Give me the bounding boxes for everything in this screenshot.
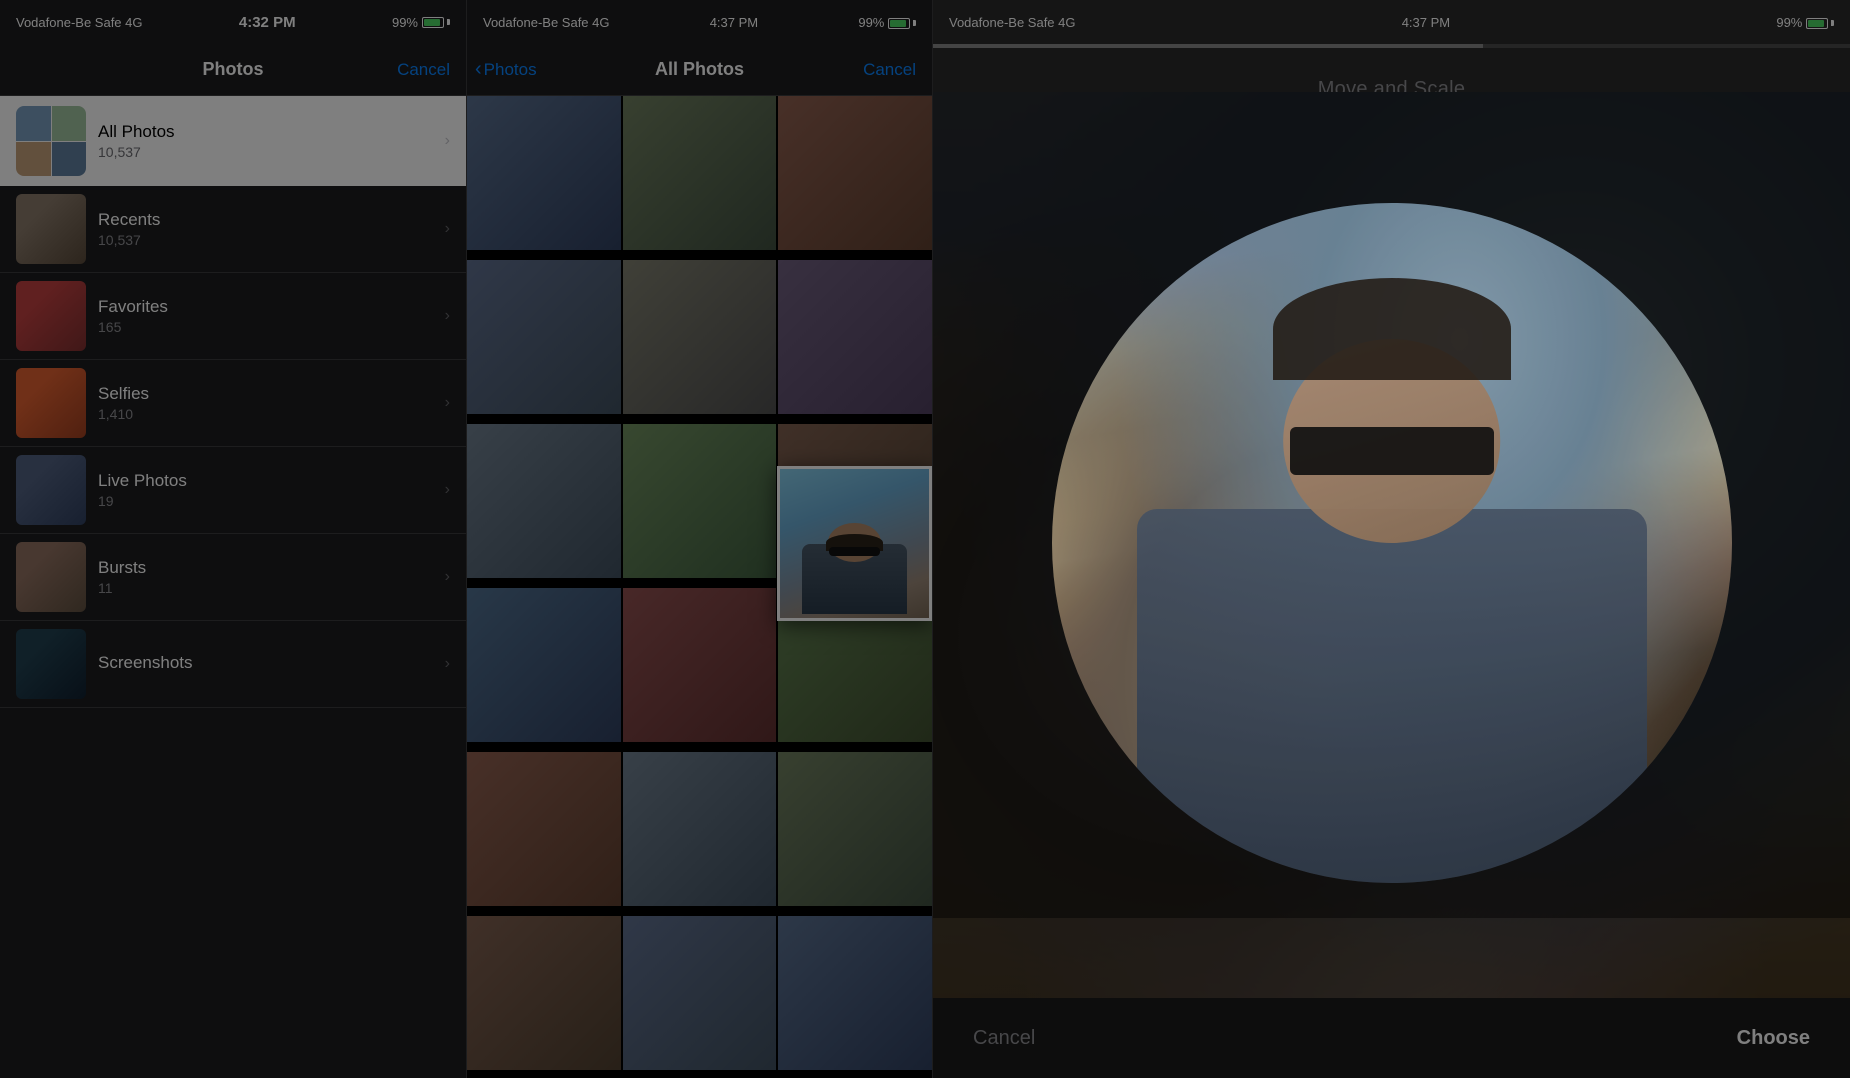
cancel-button-panel3[interactable]: Cancel [973, 1027, 1035, 1050]
battery-icon-panel3 [1806, 18, 1834, 29]
grid-cell-8[interactable] [623, 424, 777, 578]
grid-cell-4[interactable] [467, 260, 621, 414]
album-thumb-screenshots [16, 629, 86, 699]
grid-cell-1[interactable] [467, 96, 621, 250]
panel-photos-list: Vodafone-Be Safe 4G 4:32 PM 99% Photos C… [0, 0, 466, 1078]
album-count-favorites: 165 [98, 319, 433, 335]
album-row-favorites[interactable]: Favorites 165 › [0, 273, 466, 360]
grid-cell-2[interactable] [623, 96, 777, 250]
album-count-bursts: 11 [98, 580, 433, 596]
album-title-selfies: Selfies [98, 384, 433, 404]
grid-cell-14[interactable] [623, 752, 777, 906]
all-photos-chevron: › [445, 132, 450, 150]
carrier-panel3: Vodafone-Be Safe 4G [949, 15, 1075, 30]
album-title-bursts: Bursts [98, 558, 433, 578]
album-row-selfies[interactable]: Selfies 1,410 › [0, 360, 466, 447]
album-thumb-livephotos [16, 455, 86, 525]
back-button-panel2[interactable]: ‹ Photos [475, 58, 537, 81]
grid-cell-7[interactable] [467, 424, 621, 578]
cancel-button-panel2[interactable]: Cancel [863, 60, 916, 80]
album-thumb-recents [16, 194, 86, 264]
album-row-screenshots[interactable]: Screenshots › [0, 621, 466, 708]
battery-panel1: 99% [392, 15, 450, 30]
status-bar-panel3: Vodafone-Be Safe 4G 4:37 PM 99% [933, 0, 1850, 44]
time-panel2: 4:37 PM [710, 15, 758, 30]
all-photos-count: 10,537 [98, 144, 433, 160]
grid-cell-10[interactable] [467, 588, 621, 742]
grid-cell-11[interactable] [623, 588, 777, 742]
back-label-panel2: Photos [484, 60, 537, 80]
chevron-screenshots: › [445, 655, 450, 673]
panel-all-photos: Vodafone-Be Safe 4G 4:37 PM 99% ‹ Photos… [466, 0, 932, 1078]
grid-cell-6[interactable] [778, 260, 932, 414]
time-panel3: 4:37 PM [1402, 15, 1450, 30]
album-thumb-selfies [16, 368, 86, 438]
bottom-bar-panel3: Cancel Choose [933, 998, 1850, 1078]
move-scale-content[interactable]: Move and Scale [933, 48, 1850, 998]
chevron-left-icon: ‹ [475, 58, 482, 81]
choose-button-panel3[interactable]: Choose [1737, 1027, 1810, 1050]
album-row-recents[interactable]: Recents 10,537 › [0, 186, 466, 273]
album-title-livephotos: Live Photos [98, 471, 433, 491]
grid-cell-15[interactable] [778, 752, 932, 906]
chevron-livephotos: › [445, 481, 450, 499]
cancel-button-panel1[interactable]: Cancel [397, 60, 450, 80]
all-photos-title: All Photos [98, 122, 433, 142]
chevron-bursts: › [445, 568, 450, 586]
all-photos-thumbnail [16, 106, 86, 176]
album-count-recents: 10,537 [98, 232, 433, 248]
photo-grid[interactable] [467, 96, 932, 1078]
battery-panel2: 99% [858, 15, 916, 30]
grid-cell-16[interactable] [467, 916, 621, 1070]
page-title-panel2: All Photos [655, 59, 744, 80]
grid-cell-3[interactable] [778, 96, 932, 250]
album-title-favorites: Favorites [98, 297, 433, 317]
chevron-selfies: › [445, 394, 450, 412]
chevron-recents: › [445, 220, 450, 238]
album-thumb-bursts [16, 542, 86, 612]
album-count-selfies: 1,410 [98, 406, 433, 422]
all-photos-row[interactable]: All Photos 10,537 › [0, 96, 466, 186]
status-bar-panel1: Vodafone-Be Safe 4G 4:32 PM 99% [0, 0, 466, 44]
album-row-livephotos[interactable]: Live Photos 19 › [0, 447, 466, 534]
battery-panel3: 99% [1776, 15, 1834, 30]
battery-icon-panel1 [422, 17, 450, 28]
grid-cell-18[interactable] [778, 916, 932, 1070]
album-count-livephotos: 19 [98, 493, 433, 509]
battery-icon-panel2 [888, 18, 916, 29]
grid-cell-13[interactable] [467, 752, 621, 906]
selected-photo[interactable] [777, 466, 932, 621]
nav-header-panel2: ‹ Photos All Photos Cancel [467, 44, 932, 96]
page-title-panel1: Photos [203, 59, 264, 80]
status-bar-panel2: Vodafone-Be Safe 4G 4:37 PM 99% [467, 0, 932, 44]
nav-header-panel1: Photos Cancel [0, 44, 466, 96]
carrier-panel2: Vodafone-Be Safe 4G [483, 15, 609, 30]
albums-list: Recents 10,537 › Favorites 165 › Selfies… [0, 186, 466, 1078]
carrier-panel1: Vodafone-Be Safe 4G [16, 15, 142, 30]
album-row-bursts[interactable]: Bursts 11 › [0, 534, 466, 621]
album-thumb-favorites [16, 281, 86, 351]
circle-crop-area[interactable] [1052, 203, 1732, 883]
time-panel1: 4:32 PM [239, 14, 296, 31]
grid-cell-5[interactable] [623, 260, 777, 414]
grid-cell-17[interactable] [623, 916, 777, 1070]
chevron-favorites: › [445, 307, 450, 325]
panel-move-scale: Vodafone-Be Safe 4G 4:37 PM 99% Move and… [932, 0, 1850, 1078]
all-photos-text: All Photos 10,537 [98, 122, 433, 160]
album-title-screenshots: Screenshots [98, 653, 433, 673]
album-title-recents: Recents [98, 210, 433, 230]
